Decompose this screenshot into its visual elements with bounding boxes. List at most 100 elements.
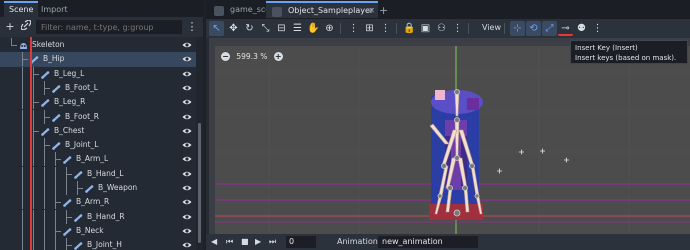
view-menu[interactable]: View — [482, 23, 501, 32]
auto-key-icon[interactable]: ⚉ — [574, 21, 589, 36]
tab-game-scene[interactable]: game_scene — [208, 2, 280, 19]
tree-guide-line — [22, 238, 23, 250]
tree-guide-line — [33, 195, 34, 210]
filter-options-icon[interactable]: ⋮ — [185, 20, 199, 34]
tree-elbow — [33, 123, 39, 132]
tree-guide-line — [22, 181, 23, 195]
tree-scrollbar[interactable] — [196, 37, 203, 250]
tree-elbow — [44, 80, 50, 89]
visibility-eye-icon[interactable] — [182, 112, 192, 122]
play-icon[interactable]: ▶ — [255, 237, 261, 246]
add-tab-button[interactable]: + — [374, 1, 393, 18]
zoom-in-button[interactable]: + — [273, 51, 283, 61]
move-mode-icon[interactable]: ✥ — [226, 21, 241, 36]
tree-guide-line — [22, 209, 23, 224]
rotate-mode-icon[interactable]: ↻ — [242, 21, 257, 36]
toolbar-separator — [468, 23, 469, 34]
tree-guide-line — [44, 209, 45, 224]
visibility-eye-icon[interactable] — [182, 83, 192, 93]
visibility-eye-icon[interactable] — [182, 240, 192, 250]
group-icon[interactable]: ▣ — [418, 21, 433, 36]
smart-snap-icon[interactable]: ⋮ — [378, 21, 393, 36]
list-select-icon[interactable]: ☰ — [290, 21, 305, 36]
ruler-mode-icon[interactable]: ⊟ — [274, 21, 289, 36]
skeleton-icon — [19, 41, 28, 49]
tree-scrollbar-thumb[interactable] — [198, 123, 201, 243]
bone-icon — [63, 155, 72, 165]
scene-filter-row: + ⋮ — [0, 17, 203, 37]
animation-key-menu-icon[interactable]: ⋮ — [590, 21, 605, 36]
key-rotation-icon[interactable]: ⟲ — [526, 21, 541, 36]
snap-options-icon[interactable]: ⋮ — [346, 21, 361, 36]
toolbar-separator — [340, 23, 341, 34]
visibility-eye-icon[interactable] — [182, 226, 192, 236]
visibility-eye-icon[interactable] — [182, 97, 192, 107]
visibility-eye-icon[interactable] — [182, 140, 192, 150]
tab-object-sampleplayer[interactable]: Object_Sampleplayer ✕ — [266, 1, 378, 18]
tree-item-label: B_Arm_R — [76, 197, 110, 207]
scene-filter-input[interactable] — [36, 20, 182, 34]
lock-icon[interactable]: 🔒 — [402, 21, 417, 36]
animation-select[interactable]: new_animation — [378, 236, 478, 248]
bone-icon — [41, 127, 50, 136]
visibility-eye-icon[interactable] — [182, 197, 192, 207]
play-from-start-icon[interactable]: ⏭ — [269, 237, 276, 247]
zoom-level[interactable]: 599.3 % — [236, 52, 267, 61]
grid-snap-icon[interactable]: ⊞ — [362, 21, 377, 36]
visibility-eye-icon[interactable] — [182, 40, 192, 50]
scene-icon — [272, 7, 282, 17]
bone-icon — [74, 213, 83, 222]
visibility-eye-icon[interactable] — [182, 54, 192, 64]
visibility-eye-icon[interactable] — [182, 154, 192, 164]
add-node-icon[interactable]: + — [3, 20, 17, 34]
tree-guide-line — [55, 181, 56, 195]
tree-item-label: B_Leg_R — [54, 97, 86, 107]
bone-icon — [63, 227, 72, 236]
tree-guide-line — [22, 152, 23, 167]
tree-elbow — [55, 195, 61, 204]
insert-key-icon[interactable]: ⊸ — [558, 21, 573, 36]
play-backwards-icon[interactable]: ◀ — [211, 237, 217, 246]
tree-item-label: B_Chest — [54, 125, 85, 135]
pan-mode-icon[interactable]: ✋ — [306, 21, 321, 36]
tab-import[interactable]: Import — [36, 3, 73, 17]
frame-position-input[interactable]: 0 — [286, 236, 316, 248]
tree-guide-line — [66, 181, 67, 195]
visibility-eye-icon[interactable] — [182, 183, 192, 193]
tree-elbow — [44, 109, 50, 118]
bone-menu-icon[interactable]: ⋮ — [450, 21, 465, 36]
select-mode-icon[interactable]: ↖ — [209, 21, 224, 36]
tree-item-label: Skeleton — [32, 40, 65, 49]
visibility-eye-icon[interactable] — [182, 169, 192, 179]
scene-dock: Scene Import + ⋮ Skeleton B_Hip B_Leg_L B_F… — [0, 0, 203, 250]
visibility-eye-icon[interactable] — [182, 69, 192, 79]
bone-options-icon[interactable]: ⚇ — [434, 21, 449, 36]
animation-label: Animation — [337, 237, 378, 246]
zoom-out-button[interactable]: − — [221, 51, 230, 61]
ruler-left[interactable] — [209, 38, 215, 234]
scene-tab-bar: game_scene Object_Sampleplayer ✕ + — [206, 0, 690, 19]
tree-guide-line — [33, 181, 34, 195]
key-scale-icon[interactable]: ⤢ — [542, 21, 557, 36]
tree-guide-line — [44, 195, 45, 210]
link-icon[interactable] — [19, 19, 33, 34]
tree-guide-line — [22, 195, 23, 210]
pivot-icon[interactable]: ⊕ — [322, 21, 337, 36]
stop-icon[interactable]: ■ — [241, 237, 249, 246]
canvas-viewport[interactable]: − 599.3 % + — [209, 38, 690, 234]
visibility-eye-icon[interactable] — [182, 212, 192, 222]
tree-elbow — [55, 223, 61, 232]
key-position-icon[interactable]: ⊹ — [510, 21, 525, 36]
tree-elbow — [66, 209, 72, 218]
play-backwards-start-icon[interactable]: ⏮ — [226, 237, 233, 247]
tree-item-label: B_Joint_L — [65, 140, 99, 150]
bone-icon — [52, 84, 61, 93]
tree-guide-line — [33, 223, 34, 238]
visibility-eye-icon[interactable] — [182, 126, 192, 136]
tree-guide-line — [33, 109, 34, 124]
scale-mode-icon[interactable]: ⤡ — [258, 21, 273, 36]
tree-guide-line — [22, 223, 23, 238]
tree-elbow — [77, 181, 83, 189]
tab-scene[interactable]: Scene — [4, 1, 39, 17]
bone-icon — [63, 198, 72, 208]
